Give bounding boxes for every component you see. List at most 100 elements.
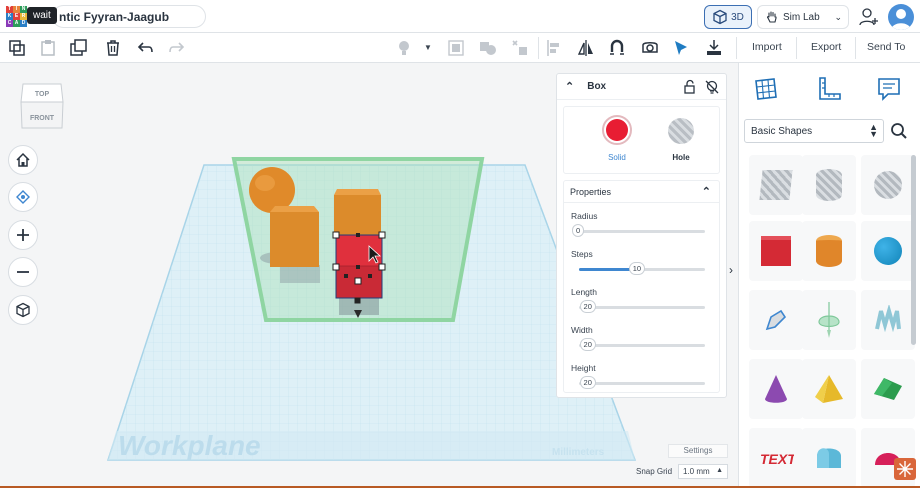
shape-pyramid[interactable] [802,359,856,419]
mirror-icon[interactable] [576,38,596,58]
ungroup-icon[interactable] [478,38,498,58]
shape-cylinder-striped[interactable] [802,155,856,215]
design-title-field[interactable]: ntic Fyyran-Jaagub [52,5,206,28]
shape-category-select[interactable]: Basic Shapes ▲ ▼ [744,119,884,143]
orange-box-left[interactable] [270,206,319,267]
ruler-icon[interactable] [815,75,843,103]
trash-icon[interactable] [103,38,123,58]
copy-icon[interactable] [7,38,27,58]
text-3d-striped-icon [875,305,901,333]
tinkercad-logo[interactable]: T I N K E R C A D [6,6,27,27]
import-button[interactable]: Import [752,41,782,53]
cylinder-icon [816,235,842,267]
property-slider[interactable] [579,344,705,347]
undo-icon[interactable] [136,38,156,58]
property-value-knob[interactable]: 20 [579,338,596,351]
zoom-out-button[interactable] [8,257,38,287]
magnet-icon[interactable] [607,38,627,58]
wait-tooltip: wait [27,7,57,24]
property-slider[interactable] [579,306,705,309]
shape-text[interactable]: TEXT [749,428,803,488]
orange-box-back[interactable] [334,189,381,238]
property-value-knob[interactable]: 10 [628,262,646,275]
chevron-down-icon: ⌄ [834,11,842,22]
chevron-down-icon[interactable]: ▼ [424,43,432,52]
handle[interactable] [356,233,360,237]
solid-button[interactable] [602,115,632,145]
sparkle-badge-icon[interactable] [894,458,916,480]
pyramid-icon [815,375,843,403]
bulb-off-icon[interactable] [704,79,720,95]
cone-icon [765,375,787,403]
shape-sphere[interactable] [861,221,915,281]
paste-icon[interactable] [38,38,58,58]
property-value-knob[interactable]: 0 [572,224,585,237]
orthographic-toggle-button[interactable] [8,295,38,325]
handle[interactable] [368,274,372,278]
align-icon[interactable] [545,38,565,58]
box-striped-icon [759,170,793,200]
collapse-chevron-icon[interactable]: ⌃ [702,185,711,198]
add-user-icon[interactable] [858,6,880,28]
shape-box-striped[interactable] [749,155,803,215]
light-bulb-icon[interactable] [394,38,414,58]
select-arrows-icon: ▲ ▼ [869,122,878,139]
shape-cone[interactable] [749,359,803,419]
avatar[interactable] [888,4,914,30]
toolbar: ▼ Import Export Send To [0,33,920,63]
zoom-in-button[interactable] [8,220,38,250]
property-value-knob[interactable]: 20 [579,300,596,313]
units-label: Millimeters [552,447,605,458]
view-3d-button[interactable]: 3D [704,5,752,29]
inspector-title: Box [587,81,607,92]
slider-fill [579,268,636,271]
search-icon[interactable] [890,122,908,140]
cruise-icon[interactable] [510,38,530,58]
duplicate-icon[interactable] [69,38,89,58]
view-cube-front[interactable]: FRONT [30,115,55,122]
handle[interactable] [344,274,348,278]
hole-button[interactable] [668,118,694,144]
sim-lab-dropdown[interactable]: Sim Lab ⌄ [757,5,849,29]
shape-text-3d-striped[interactable] [861,290,915,350]
view-cube-top[interactable]: TOP [35,91,50,98]
view-cube[interactable]: TOP FRONT [20,80,64,132]
handle[interactable] [356,265,360,269]
shape-paraboloid[interactable] [802,290,856,350]
grid-view-icon[interactable] [752,75,780,103]
shape-sphere-striped[interactable] [861,155,915,215]
property-label: Length [571,287,597,297]
shape-roof[interactable] [861,359,915,419]
lock-icon[interactable] [682,79,698,95]
shape-category-value: Basic Shapes [751,126,813,137]
send-to-button[interactable]: Send To [867,41,905,53]
minus-icon [17,271,29,273]
snap-grid-value: 1.0 mm [683,467,710,476]
notes-icon[interactable] [875,75,903,103]
collapse-chevron-icon[interactable]: ⌃ [565,80,574,93]
export-button[interactable]: Export [811,41,841,53]
sim-lab-label: Sim Lab [783,11,820,23]
shape-half-cylinder[interactable] [802,428,856,488]
group-icon[interactable] [446,38,466,58]
snap-grid-select[interactable]: 1.0 mm ▲ [678,464,728,479]
text-icon: TEXT [760,451,794,467]
property-value-knob[interactable]: 20 [579,376,596,389]
shape-scribble[interactable] [749,290,803,350]
drop-icon[interactable] [704,38,724,58]
flag-tool-icon[interactable] [671,38,691,58]
property-slider[interactable] [579,382,705,385]
top-bar: T I N K E R C A D ntic Fyyran-Jaagub wai… [0,0,920,33]
workplane-camera-icon[interactable] [640,38,660,58]
scrollbar[interactable] [911,155,916,345]
redo-icon[interactable] [166,38,186,58]
fit-view-button[interactable] [8,182,38,212]
home-view-button[interactable] [8,145,38,175]
inspector-collapse-tab[interactable]: › [729,263,738,289]
settings-button[interactable]: Settings [668,444,728,458]
properties-header[interactable]: Properties ⌃ [564,181,719,203]
shape-cylinder[interactable] [802,221,856,281]
shape-box[interactable] [749,221,803,281]
property-slider[interactable] [579,230,705,233]
paraboloid-icon [818,302,840,338]
